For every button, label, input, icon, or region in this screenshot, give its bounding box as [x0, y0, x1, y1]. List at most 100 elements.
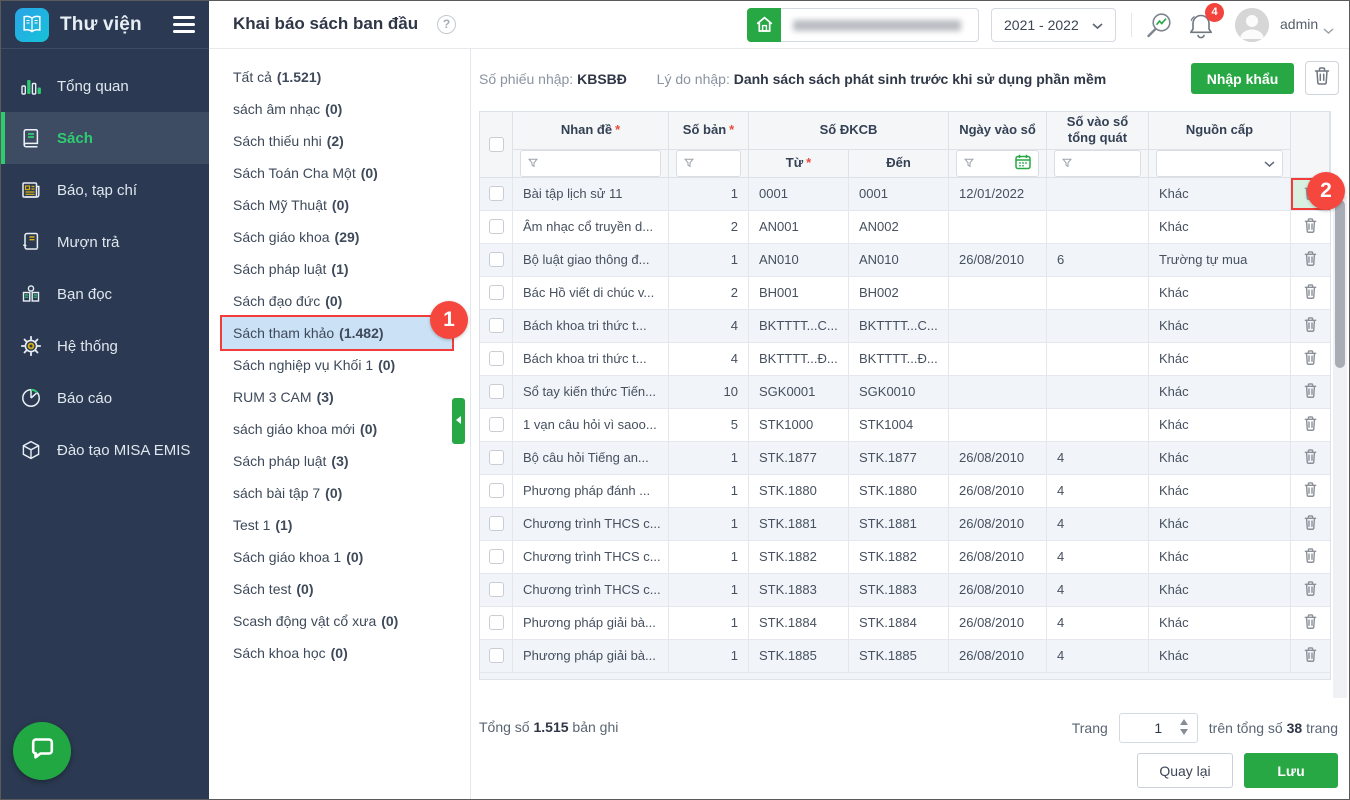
filter-copies-input[interactable] — [676, 149, 741, 177]
avatar[interactable] — [1235, 8, 1269, 42]
cell-title: Chương trình THCS c... — [513, 540, 669, 574]
category-item[interactable]: Sách pháp luật (1) — [222, 253, 452, 285]
sidebar-item-he-thong[interactable]: Hệ thống — [1, 320, 209, 372]
sidebar-item-ban-doc[interactable]: Bạn đọc — [1, 268, 209, 320]
hamburger-menu-icon[interactable] — [173, 16, 195, 33]
row-checkbox[interactable] — [488, 648, 504, 663]
select-all-checkbox[interactable] — [488, 136, 504, 152]
delete-selected-button[interactable] — [1305, 61, 1339, 95]
school-year-value: 2021 - 2022 — [1004, 17, 1079, 33]
row-checkbox[interactable] — [488, 582, 504, 597]
row-checkbox[interactable] — [488, 285, 504, 300]
page-number-stepper[interactable]: 1 — [1118, 713, 1198, 743]
row-checkbox[interactable] — [488, 483, 504, 498]
cell-copies: 1 — [669, 540, 749, 574]
row-delete-button[interactable] — [1291, 211, 1330, 244]
category-item[interactable]: sách bài tập 7 (0) — [222, 477, 452, 509]
category-item[interactable]: Sách tham khảo (1.482) — [220, 315, 454, 351]
row-checkbox[interactable] — [488, 417, 504, 432]
category-item[interactable]: Sách giáo khoa 1 (0) — [222, 541, 452, 573]
filter-title-input[interactable] — [520, 149, 661, 177]
question-circle-icon[interactable]: ? — [437, 15, 456, 34]
back-button[interactable]: Quay lại — [1137, 753, 1233, 788]
cell-copies: 1 — [669, 639, 749, 673]
row-checkbox[interactable] — [488, 252, 504, 267]
row-delete-button[interactable] — [1291, 607, 1330, 640]
sidebar-item-bao-tap-chi[interactable]: Báo, tạp chí — [1, 164, 209, 216]
filter-date-input[interactable] — [956, 149, 1039, 177]
row-checkbox[interactable] — [488, 351, 504, 366]
sidebar-item-tong-quan[interactable]: Tổng quan — [1, 60, 209, 112]
category-item[interactable]: Tất cả (1.521) — [222, 61, 452, 93]
category-item[interactable]: Sách thiếu nhi (2) — [222, 125, 452, 157]
category-item[interactable]: Scash động vật cổ xưa (0) — [222, 605, 452, 637]
filter-source-select[interactable] — [1156, 149, 1283, 177]
cell-copies: 4 — [669, 342, 749, 376]
school-selector[interactable] — [747, 7, 979, 42]
username[interactable]: admin — [1280, 16, 1318, 32]
category-item[interactable]: Sách giáo khoa (29) — [222, 221, 452, 253]
scrollbar-thumb[interactable] — [1335, 200, 1345, 368]
table-scrollbar[interactable] — [1333, 196, 1347, 698]
sidebar-item-sach[interactable]: Sách — [1, 112, 209, 164]
row-checkbox[interactable] — [488, 450, 504, 465]
cell-title: Phương pháp đánh ... — [513, 474, 669, 508]
row-delete-button[interactable] — [1291, 508, 1330, 541]
save-button[interactable]: Lưu — [1244, 753, 1338, 788]
row-delete-button[interactable] — [1291, 277, 1330, 310]
sidebar-item-dao-tao[interactable]: Đào tạo MISA EMIS — [1, 424, 209, 476]
sidebar-item-muon-tra[interactable]: Mượn trả — [1, 216, 209, 268]
row-delete-button[interactable] — [1291, 442, 1330, 475]
row-checkbox[interactable] — [488, 615, 504, 630]
category-item[interactable]: sách âm nhạc (0) — [222, 93, 452, 125]
cell-copies: 2 — [669, 276, 749, 310]
school-year-dropdown[interactable]: 2021 - 2022 — [991, 8, 1116, 42]
table-row: Chương trình THCS c... 1 STK.1883 STK.18… — [480, 573, 1330, 607]
cell-from: BKTTTT...C... — [749, 309, 849, 343]
receipt-value: KBSBĐ — [577, 71, 627, 87]
row-checkbox[interactable] — [488, 219, 504, 234]
category-item[interactable]: Sách Toán Cha Một (0) — [222, 157, 452, 189]
category-item[interactable]: Sách Mỹ Thuật (0) — [222, 189, 452, 221]
category-item[interactable]: Sách pháp luật (3) — [222, 445, 452, 477]
row-checkbox[interactable] — [488, 384, 504, 399]
row-delete-button[interactable] — [1291, 343, 1330, 376]
category-item[interactable]: sách giáo khoa mới (0) — [222, 413, 452, 445]
chevron-down-icon[interactable] — [1323, 22, 1334, 40]
cell-source: Khác — [1149, 375, 1291, 409]
cell-to: STK.1881 — [849, 507, 949, 541]
cell-date: 26/08/2010 — [949, 573, 1047, 607]
row-checkbox[interactable] — [488, 516, 504, 531]
search-icon[interactable] — [1143, 10, 1175, 42]
row-delete-button[interactable] — [1291, 640, 1330, 673]
chat-support-button[interactable] — [13, 722, 71, 780]
stepper-arrows[interactable] — [1179, 719, 1188, 735]
row-delete-button[interactable] — [1291, 541, 1330, 574]
category-item[interactable]: Sách nghiệp vụ Khối 1 (0) — [222, 349, 452, 381]
panel-collapse-handle[interactable] — [452, 398, 465, 444]
filter-ledger-input[interactable] — [1054, 149, 1141, 177]
row-delete-button[interactable] — [1291, 475, 1330, 508]
arrow-up-icon[interactable] — [1179, 719, 1188, 725]
row-checkbox[interactable] — [488, 186, 504, 201]
row-checkbox[interactable] — [488, 549, 504, 564]
category-item[interactable]: RUM 3 CAM (3) — [222, 381, 452, 413]
row-checkbox[interactable] — [488, 318, 504, 333]
trash-icon — [1303, 415, 1318, 435]
sidebar-item-bao-cao[interactable]: Báo cáo — [1, 372, 209, 424]
calendar-icon[interactable] — [1015, 154, 1031, 173]
category-item[interactable]: Sách test (0) — [222, 573, 452, 605]
table-row: Bộ luật giao thông đ... 1 AN010 AN010 26… — [480, 243, 1330, 277]
bar-chart-icon — [19, 74, 43, 98]
row-delete-button[interactable] — [1291, 244, 1330, 277]
row-delete-button[interactable] — [1291, 574, 1330, 607]
row-delete-button[interactable] — [1291, 409, 1330, 442]
row-delete-button[interactable] — [1291, 310, 1330, 343]
arrow-down-icon[interactable] — [1179, 729, 1188, 735]
cell-date — [949, 408, 1047, 442]
category-item[interactable]: Sách đạo đức (0) — [222, 285, 452, 317]
row-delete-button[interactable] — [1291, 376, 1330, 409]
category-item[interactable]: Test 1 (1) — [222, 509, 452, 541]
import-button[interactable]: Nhập khẩu — [1191, 63, 1294, 94]
category-item[interactable]: Sách khoa học (0) — [222, 637, 452, 669]
